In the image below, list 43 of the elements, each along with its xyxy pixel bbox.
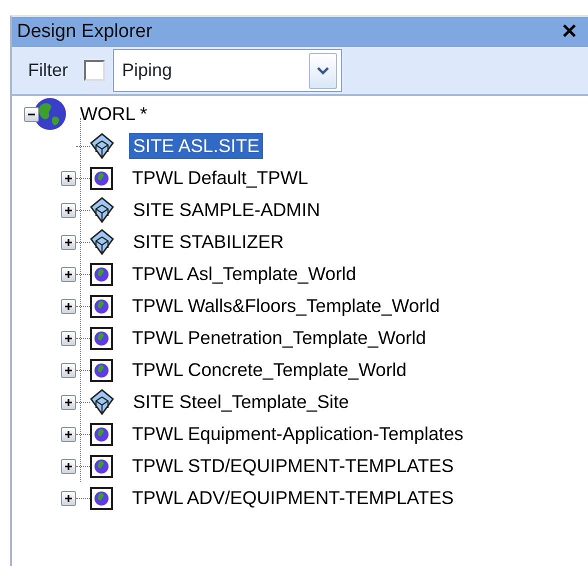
expand-icon[interactable] (61, 298, 76, 314)
close-button[interactable]: ✕ (561, 22, 578, 42)
globe-icon (90, 454, 113, 478)
tree-item[interactable]: TPWL Concrete_Template_World (128, 357, 411, 383)
tree-item[interactable]: TPWL Equipment-Application-Templates (128, 421, 468, 447)
globe-icon (90, 326, 113, 350)
expand-icon[interactable] (61, 170, 76, 186)
expand-icon[interactable] (61, 426, 76, 442)
expand-icon[interactable] (61, 394, 76, 410)
tree-item[interactable]: SITE SAMPLE-ADMIN (129, 197, 324, 223)
tree-item[interactable]: TPWL ADV/EQUIPMENT-TEMPLATES (128, 485, 458, 511)
expand-icon[interactable] (61, 234, 76, 250)
tree-item[interactable]: TPWL Penetration_Template_World (128, 325, 430, 351)
filter-checkbox[interactable] (84, 60, 105, 81)
tree-item[interactable]: TPWL Asl_Template_World (128, 261, 360, 287)
cube-icon (90, 389, 114, 415)
tree-item[interactable]: TPWL STD/EQUIPMENT-TEMPLATES (128, 453, 458, 479)
cube-icon (90, 133, 114, 159)
expand-icon[interactable] (61, 202, 76, 218)
globe-icon (90, 262, 113, 286)
expand-icon[interactable] (61, 490, 76, 506)
cube-icon (90, 229, 114, 255)
globe-icon (90, 486, 113, 510)
globe-icon (33, 97, 67, 131)
expand-icon[interactable] (61, 330, 76, 346)
globe-icon (90, 358, 113, 382)
filter-dropdown[interactable]: Piping (113, 49, 342, 92)
window-title: Design Explorer (17, 20, 152, 44)
filter-label: Filter (28, 59, 68, 82)
collapse-icon[interactable] (24, 106, 39, 122)
tree-item[interactable]: WORL * (76, 101, 152, 127)
tree-item[interactable]: TPWL Default_TPWL (128, 165, 312, 191)
expand-icon[interactable] (61, 266, 76, 282)
expand-icon[interactable] (61, 458, 76, 474)
tree-item[interactable]: SITE ASL.SITE (129, 133, 264, 159)
globe-icon (90, 166, 113, 190)
tree-item[interactable]: SITE Steel_Template_Site (129, 389, 353, 415)
tree-item[interactable]: SITE STABILIZER (129, 229, 288, 255)
tree-item[interactable]: TPWL Walls&Floors_Template_World (128, 293, 444, 319)
globe-icon (90, 422, 113, 446)
globe-icon (90, 294, 113, 318)
expand-icon[interactable] (61, 362, 76, 378)
cube-icon (90, 197, 114, 223)
